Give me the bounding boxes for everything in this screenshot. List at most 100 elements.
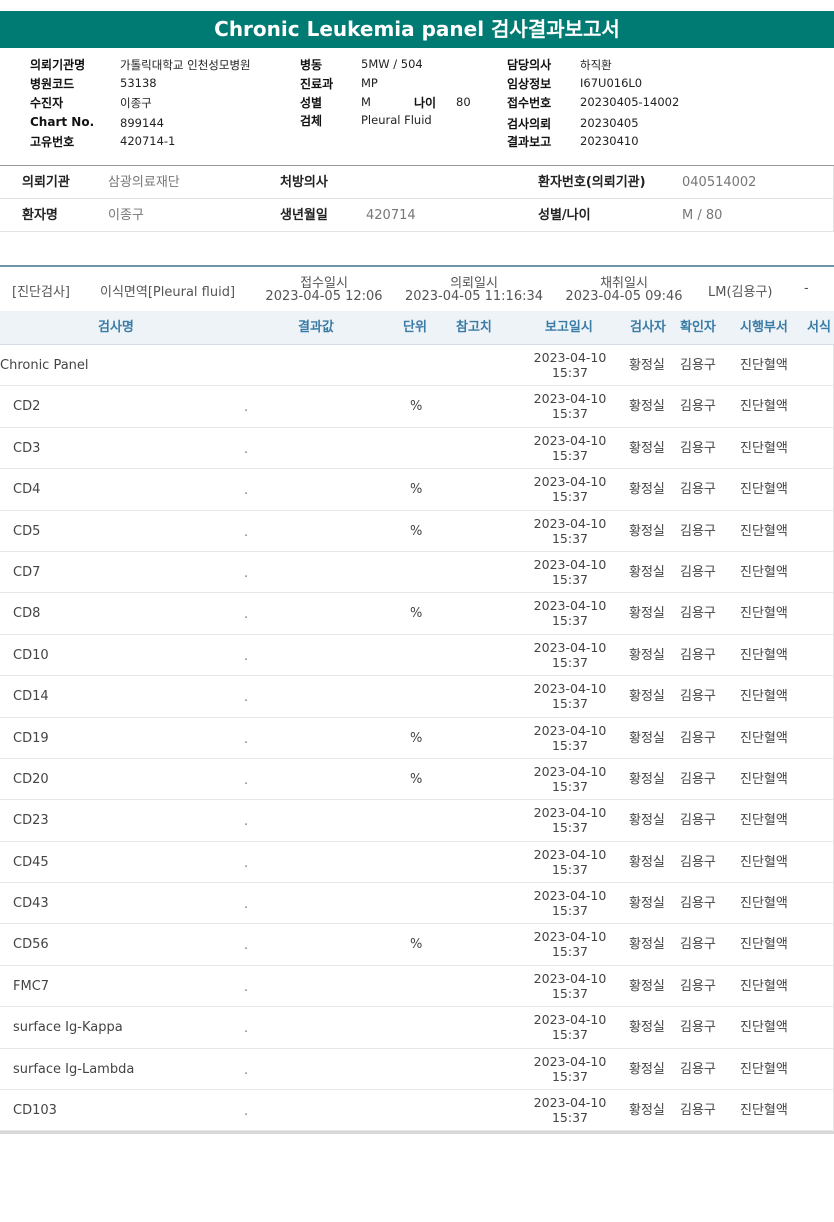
department-cell: 진단혈액 — [740, 813, 788, 829]
table-row[interactable]: CD2.% 황정실 김용구 진단혈액 2023-04-10 15:37 — [0, 386, 834, 428]
lab-name: LM(김용구) — [708, 285, 773, 300]
info-label: 진료과 — [300, 77, 334, 91]
col-report-time[interactable]: 보고일시 — [545, 311, 593, 345]
report-time-cell: 2023-04-10 15:37 — [528, 350, 612, 380]
result-value-cell: . — [244, 441, 249, 457]
tester-cell: 황정실 — [629, 689, 665, 705]
confirmer-cell: 김용구 — [680, 896, 716, 912]
institution-value: 삼광의료재단 — [108, 175, 180, 190]
result-value-cell: . — [244, 855, 249, 871]
col-format[interactable]: 서식 — [807, 311, 831, 345]
report-date: 2023-04-10 — [533, 432, 607, 448]
tester-cell: 황정실 — [629, 1061, 665, 1077]
col-confirmer[interactable]: 확인자 — [680, 311, 716, 345]
info-value: MP — [361, 76, 378, 90]
sex-age-label: 성별/나이 — [538, 208, 591, 223]
info-value: 80 — [456, 95, 471, 109]
table-row[interactable]: CD5.% 황정실 김용구 진단혈액 2023-04-10 15:37 — [0, 510, 834, 552]
department-cell: 진단혈액 — [740, 730, 788, 746]
report-date: 2023-04-10 — [533, 929, 607, 945]
report-time-cell: 2023-04-10 15:37 — [528, 516, 612, 546]
confirmer-cell: 김용구 — [680, 647, 716, 663]
info-label: 나이 — [414, 96, 437, 110]
table-row[interactable]: CD14. 황정실 김용구 진단혈액 2023-04-10 15:37 — [0, 676, 834, 718]
report-date: 2023-04-10 — [533, 1095, 607, 1111]
report-time: 15:37 — [551, 654, 589, 670]
table-row[interactable]: CD19.% 황정실 김용구 진단혈액 2023-04-10 15:37 — [0, 717, 834, 759]
report-time-cell: 2023-04-10 15:37 — [528, 433, 612, 463]
table-row[interactable]: CD7. 황정실 김용구 진단혈액 2023-04-10 15:37 — [0, 551, 834, 594]
result-value-cell: . — [244, 607, 249, 623]
report-date: 2023-04-10 — [533, 805, 607, 821]
result-value-cell: . — [244, 648, 249, 664]
confirmer-cell: 김용구 — [680, 1020, 716, 1036]
col-tester[interactable]: 검사자 — [630, 311, 666, 345]
report-time: 15:37 — [551, 985, 589, 1001]
tester-cell: 황정실 — [629, 1103, 665, 1119]
test-name-cell: CD19 — [13, 730, 49, 746]
tester-cell: 황정실 — [629, 564, 665, 580]
tester-cell: 황정실 — [629, 937, 665, 953]
test-name-cell: CD5 — [13, 523, 41, 539]
tester-cell: 황정실 — [629, 523, 665, 539]
tester-cell: 황정실 — [629, 440, 665, 456]
table-row[interactable]: CD103. 황정실 김용구 진단혈액 2023-04-10 15:37 — [0, 1090, 834, 1132]
col-result[interactable]: 결과값 — [298, 311, 334, 345]
col-test-name[interactable]: 검사명 — [98, 311, 134, 345]
col-department[interactable]: 시행부서 — [740, 311, 788, 345]
table-row[interactable]: FMC7. 황정실 김용구 진단혈액 2023-04-10 15:37 — [0, 965, 834, 1008]
test-name-cell: Chronic Panel — [0, 358, 89, 373]
test-name-cell: CD20 — [13, 771, 49, 787]
department-cell: 진단혈액 — [740, 1103, 788, 1119]
tester-cell: 황정실 — [629, 854, 665, 870]
report-time-cell: 2023-04-10 15:37 — [528, 723, 612, 753]
table-row[interactable]: Chronic Panel 황정실 김용구 진단혈액 2023-04-10 15:37 — [0, 345, 834, 387]
table-row[interactable]: CD8.% 황정실 김용구 진단혈액 2023-04-10 15:37 — [0, 593, 834, 635]
order-extra: - — [804, 281, 809, 296]
report-time: 15:37 — [551, 944, 589, 960]
table-row[interactable]: CD23. 황정실 김용구 진단혈액 2023-04-10 15:37 — [0, 800, 834, 842]
table-row[interactable]: CD20.% 황정실 김용구 진단혈액 2023-04-10 15:37 — [0, 758, 834, 801]
test-name-cell: FMC7 — [13, 978, 50, 994]
info-label: 수진자 — [30, 96, 64, 110]
report-time-cell: 2023-04-10 15:37 — [528, 474, 612, 504]
confirmer-cell: 김용구 — [680, 813, 716, 829]
confirmer-cell: 김용구 — [680, 440, 716, 456]
table-row[interactable]: surface Ig-Kappa. 황정실 김용구 진단혈액 2023-04-10 15:… — [0, 1007, 834, 1049]
report-title: Chronic Leukemia panel 검사결과보고서 — [0, 11, 834, 48]
result-value-cell: . — [244, 814, 249, 830]
result-value-cell: . — [244, 979, 249, 995]
report-time-cell: 2023-04-10 15:37 — [528, 888, 612, 918]
report-info: 의뢰기관명 가톨릭대학교 인천성모병원 병원코드 53138 수진자 이종구 C… — [0, 48, 834, 166]
tester-cell: 황정실 — [629, 358, 665, 373]
report-date: 2023-04-10 — [533, 1012, 607, 1028]
report-date: 2023-04-10 — [533, 598, 607, 614]
dob-label: 생년월일 — [280, 208, 328, 223]
unit-cell: % — [410, 399, 423, 415]
report-time: 15:37 — [551, 1110, 589, 1126]
department-cell: 진단혈액 — [740, 1020, 788, 1036]
department-cell: 진단혈액 — [740, 896, 788, 912]
info-label: 담당의사 — [507, 58, 552, 72]
col-unit[interactable]: 단위 — [403, 311, 427, 345]
info-label: 의뢰기관명 — [30, 58, 86, 72]
table-row[interactable]: CD43. 황정실 김용구 진단혈액 2023-04-10 15:37 — [0, 883, 834, 925]
table-row[interactable]: surface Ig-Lambda. 황정실 김용구 진단혈액 2023-04-10 15… — [0, 1048, 834, 1091]
info-label: Chart No. — [30, 115, 95, 129]
table-row[interactable]: CD4.% 황정실 김용구 진단혈액 2023-04-10 15:37 — [0, 469, 834, 511]
table-row[interactable]: CD3. 황정실 김용구 진단혈액 2023-04-10 15:37 — [0, 427, 834, 470]
report-time-cell: 2023-04-10 15:37 — [528, 1095, 612, 1125]
table-row[interactable]: CD45. 황정실 김용구 진단혈액 2023-04-10 15:37 — [0, 841, 834, 884]
department-cell: 진단혈액 — [740, 1061, 788, 1077]
info-value: 420714-1 — [120, 134, 176, 148]
table-row[interactable]: CD10. 황정실 김용구 진단혈액 2023-04-10 15:37 — [0, 634, 834, 677]
doctor-label: 처방의사 — [280, 175, 328, 190]
report-time-cell: 2023-04-10 15:37 — [528, 847, 612, 877]
col-reference[interactable]: 참고치 — [456, 311, 492, 345]
tester-cell: 황정실 — [629, 896, 665, 912]
report-time: 15:37 — [551, 571, 589, 587]
report-date: 2023-04-10 — [533, 474, 607, 490]
confirmer-cell: 김용구 — [680, 978, 716, 994]
table-row[interactable]: CD56.% 황정실 김용구 진단혈액 2023-04-10 15:37 — [0, 924, 834, 966]
report-time: 15:37 — [551, 737, 589, 753]
